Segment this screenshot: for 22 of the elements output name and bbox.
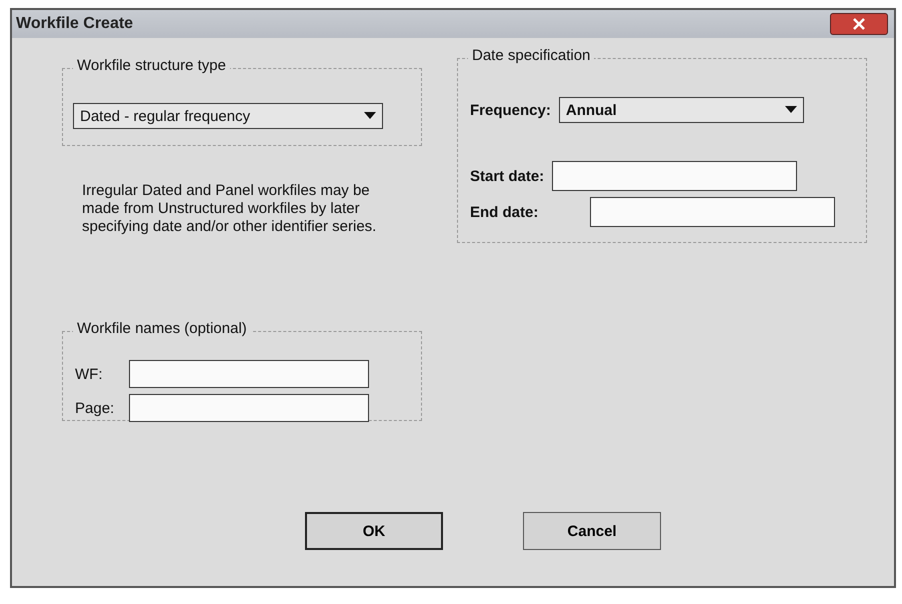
- frequency-dropdown[interactable]: Annual: [558, 97, 804, 123]
- field-label: Page:: [75, 400, 116, 416]
- close-button[interactable]: [830, 13, 888, 35]
- note-text: Irregular Dated and Panel workfiles may be made from Unstructured workfiles by later specifying date and/or other identifier series.: [82, 182, 378, 236]
- structure-dropdown[interactable]: Dated - regular frequency: [73, 103, 383, 129]
- date-field[interactable]: [590, 197, 835, 227]
- dialog-button[interactable]: Cancel: [523, 512, 661, 550]
- field-label: WF:: [75, 366, 104, 382]
- field-label: Frequency:: [470, 102, 551, 118]
- group-title: Workfile structure type: [73, 57, 230, 74]
- window-title: Workfile Create: [16, 15, 134, 33]
- group-title: Workfile names (optional): [73, 320, 251, 337]
- group-title: Date specification: [468, 47, 594, 64]
- field-label: End date:: [470, 204, 540, 220]
- caret-icon: [364, 112, 376, 120]
- name-field[interactable]: [129, 394, 369, 422]
- name-field[interactable]: [129, 360, 369, 388]
- dialog-button[interactable]: OK: [305, 512, 443, 550]
- close-icon: [852, 18, 866, 30]
- field-label: Start date:: [470, 168, 544, 184]
- date-field[interactable]: [552, 161, 798, 191]
- caret-icon: [784, 106, 797, 114]
